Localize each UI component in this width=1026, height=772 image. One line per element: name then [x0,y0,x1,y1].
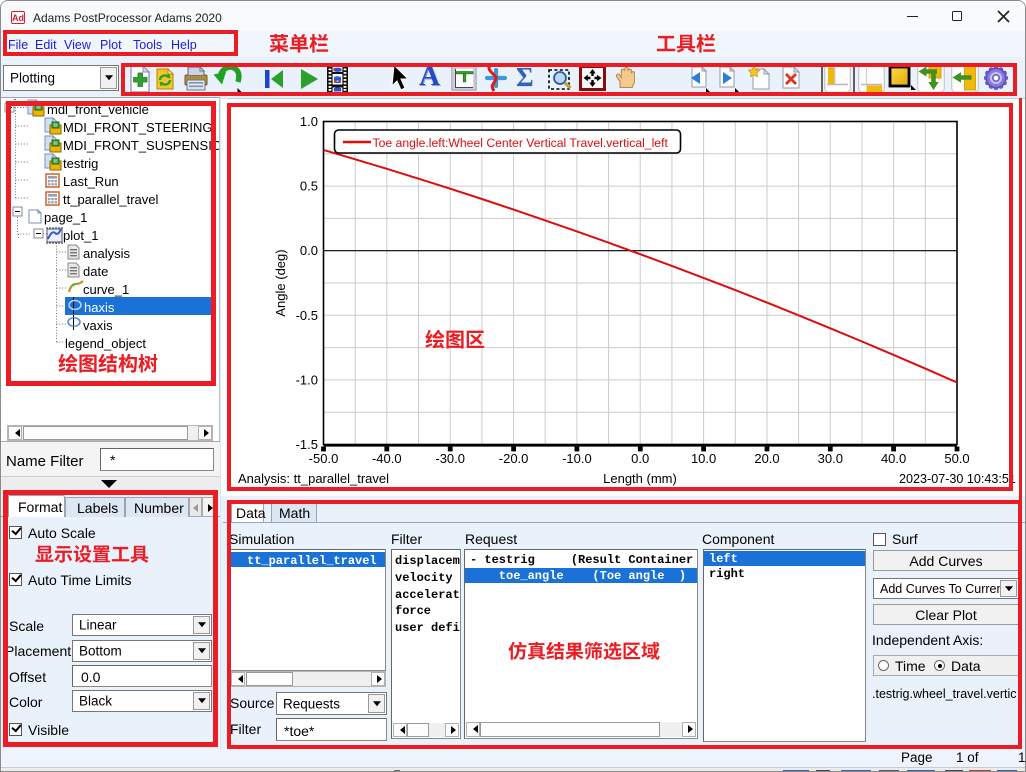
svg-text:Angle (deg): Angle (deg) [273,249,288,316]
svg-text:-30.0: -30.0 [435,451,465,466]
svg-text:30.0: 30.0 [818,451,843,466]
svg-text:Toe angle.left:Wheel Center Ve: Toe angle.left:Wheel Center Vertical Tra… [373,136,669,150]
svg-text:-0.5: -0.5 [296,308,318,323]
svg-text:40.0: 40.0 [881,451,906,466]
svg-text:0.0: 0.0 [631,451,649,466]
svg-text:-1.5: -1.5 [296,437,318,452]
svg-text:-1.0: -1.0 [296,372,318,387]
svg-text:2023-07-30 10:43:51: 2023-07-30 10:43:51 [899,472,1016,486]
svg-text:20.0: 20.0 [754,451,779,466]
svg-text:0.0: 0.0 [300,243,318,258]
svg-text:0.5: 0.5 [300,179,318,194]
svg-text:-20.0: -20.0 [499,451,529,466]
svg-text:10.0: 10.0 [691,451,716,466]
svg-text:1.0: 1.0 [300,114,318,129]
svg-text:50.0: 50.0 [944,451,969,466]
svg-text:Length (mm): Length (mm) [603,471,677,486]
svg-text:-40.0: -40.0 [372,451,402,466]
svg-text:-10.0: -10.0 [562,451,592,466]
svg-text:Analysis: tt_parallel_travel: Analysis: tt_parallel_travel [238,471,389,486]
svg-text:-50.0: -50.0 [309,451,339,466]
